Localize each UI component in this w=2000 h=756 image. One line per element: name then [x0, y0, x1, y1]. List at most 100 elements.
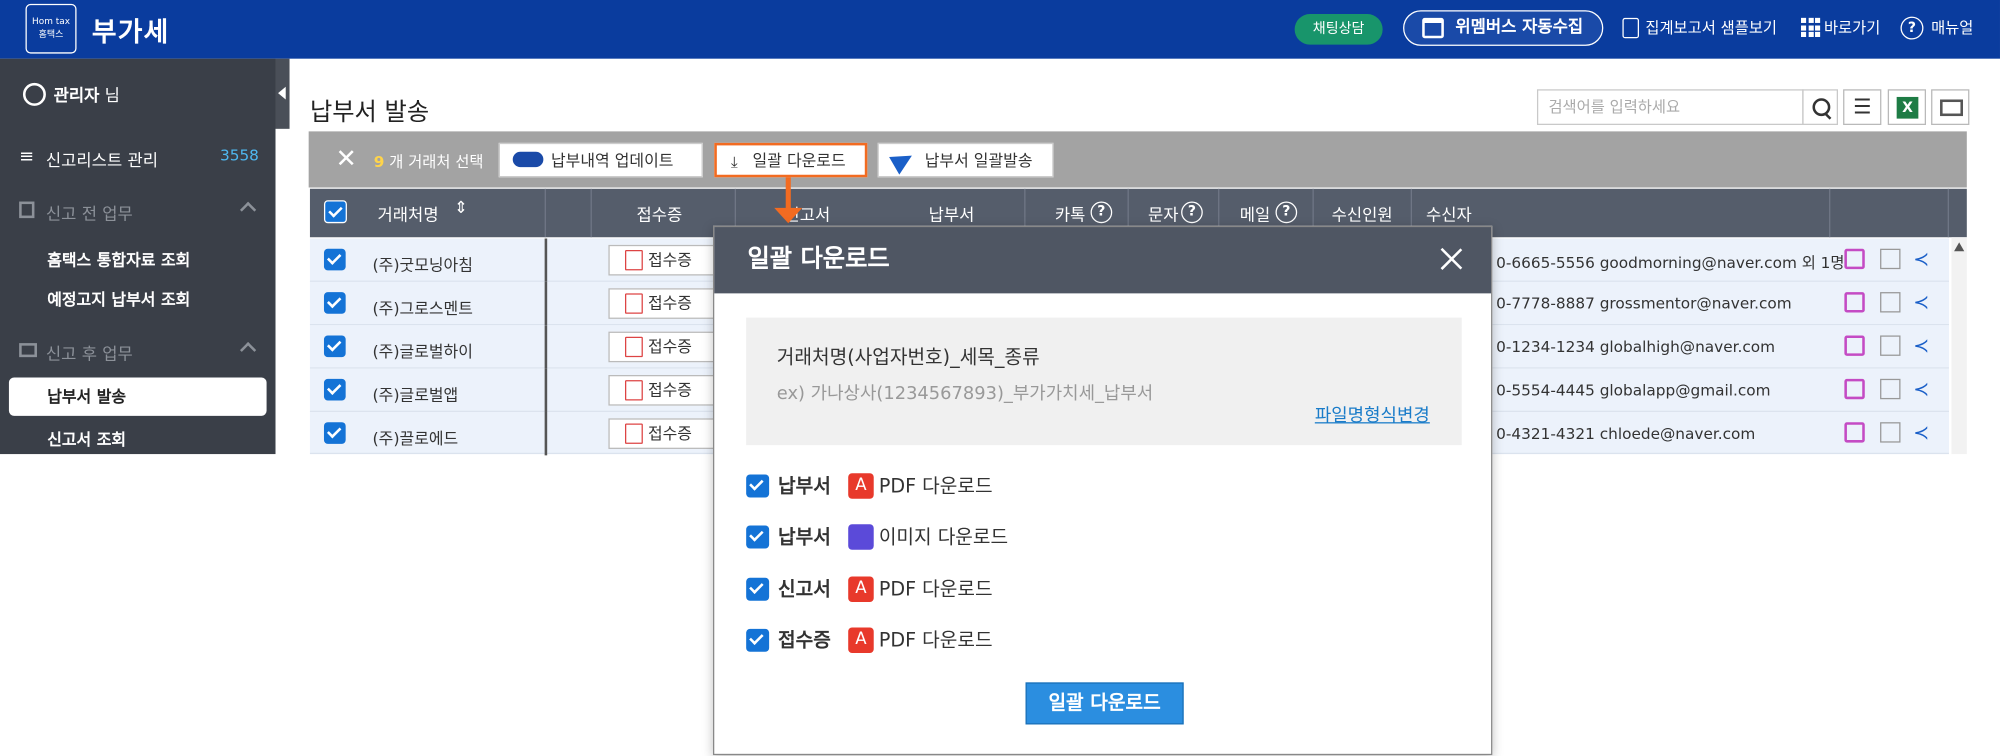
sidebar-item-report-list[interactable]: ≡ 신고리스트 관리 3558	[19, 147, 261, 171]
receipt-button[interactable]: 접수증	[608, 244, 721, 276]
help-icon: ?	[1900, 16, 1924, 40]
option-checkbox[interactable]	[746, 577, 770, 601]
receipt-button[interactable]: 접수증	[608, 331, 721, 363]
bulk-download-button[interactable]: ⤓ 일괄 다운로드	[714, 142, 868, 178]
option-receipt-pdf[interactable]: 접수증 A PDF 다운로드	[746, 626, 1027, 654]
option-report-pdf[interactable]: 신고서 A PDF 다운로드	[746, 575, 1027, 603]
close-icon[interactable]	[1440, 247, 1463, 270]
folder-button[interactable]	[1931, 89, 1970, 125]
bulk-send-button[interactable]: 납부서 일괄발송	[877, 142, 1054, 178]
chat-consult-button[interactable]: 채팅상담	[1294, 14, 1383, 45]
clear-selection-icon[interactable]: ✕	[335, 145, 356, 171]
user-suffix: 님	[104, 86, 120, 106]
sidebar-item-report-view[interactable]: 신고서 조회	[47, 426, 126, 450]
option-doc: 신고서	[778, 577, 831, 601]
excel-button[interactable]: X	[1887, 89, 1927, 125]
receipt-button[interactable]: 접수증	[608, 374, 721, 406]
list-view-button[interactable]: ☰	[1843, 89, 1882, 125]
receipt-button[interactable]: 접수증	[608, 418, 721, 449]
sidebar-collapse-button[interactable]	[275, 58, 290, 129]
column-divider	[544, 325, 548, 369]
client-name: (주)글로벌앱	[372, 385, 459, 405]
sidebar-item-hometax[interactable]: 홈택스 통합자료 조회	[47, 246, 190, 270]
pdf-icon: A	[848, 627, 874, 654]
chevron-up-icon	[239, 342, 257, 359]
shortcut-link[interactable]: 바로가기	[1801, 17, 1880, 40]
client-name: (주)굿모닝아침	[372, 255, 473, 275]
list-icon: ≡	[19, 146, 35, 168]
bulk-download-label: 일괄 다운로드	[752, 150, 846, 170]
sidebar-item-prenotice[interactable]: 예정고지 납부서 조회	[47, 286, 190, 310]
manual-link[interactable]: ? 매뉴얼	[1900, 16, 1974, 40]
help-icon[interactable]: ?	[1275, 201, 1298, 224]
row-checkbox[interactable]	[323, 335, 346, 358]
report-list-label: 신고리스트 관리	[45, 151, 158, 171]
qr-icon[interactable]	[1880, 335, 1901, 356]
column-divider	[1829, 188, 1831, 238]
option-payment-pdf[interactable]: 납부서 A PDF 다운로드	[746, 472, 1027, 500]
qr-icon[interactable]	[1880, 292, 1901, 313]
bulk-send-label: 납부서 일괄발송	[924, 150, 1033, 170]
share-icon[interactable]: ≺	[1913, 422, 1933, 442]
row-checkbox[interactable]	[323, 378, 346, 401]
column-divider	[1947, 188, 1949, 238]
row-checkbox[interactable]	[323, 292, 346, 314]
message-icon[interactable]	[1844, 248, 1865, 270]
share-icon[interactable]: ≺	[1913, 379, 1933, 399]
col-client[interactable]: 거래처명	[378, 202, 439, 226]
pdf-icon: A	[848, 576, 874, 603]
option-payment-image[interactable]: 납부서 이미지 다운로드	[746, 523, 1052, 551]
option-checkbox[interactable]	[746, 628, 770, 652]
selected-suffix: 개 거래처 선택	[389, 153, 484, 171]
manual-label: 매뉴얼	[1931, 19, 1974, 37]
image-icon	[848, 524, 874, 550]
pdf-icon	[624, 380, 643, 401]
option-checkbox[interactable]	[746, 525, 770, 549]
column-divider	[544, 238, 548, 282]
selection-count: 9 개 거래처 선택	[374, 151, 484, 173]
select-all-checkbox[interactable]	[323, 200, 347, 224]
message-icon[interactable]	[1844, 335, 1865, 356]
qr-icon[interactable]	[1880, 248, 1901, 270]
share-icon[interactable]: ≺	[1913, 335, 1933, 355]
message-icon[interactable]	[1844, 378, 1865, 400]
update-payment-button[interactable]: 납부내역 업데이트	[498, 142, 703, 178]
qr-icon[interactable]	[1880, 422, 1901, 443]
report-sample-link[interactable]: 집계보고서 샘플보기	[1622, 17, 1777, 40]
sidebar-section-pre[interactable]: 신고 전 업무	[19, 200, 261, 224]
option-type: PDF 다운로드	[878, 474, 993, 498]
row-checkbox[interactable]	[323, 248, 346, 271]
table-scrollbar[interactable]	[1951, 237, 1967, 455]
column-divider	[544, 188, 546, 238]
client-name: (주)그로스멘트	[372, 298, 473, 318]
help-icon[interactable]: ?	[1090, 201, 1113, 224]
filename-format-box: 거래처명(사업자번호)_세목_종류 ex) 가나상사(1234567893)_부…	[746, 317, 1462, 446]
selected-count: 9	[373, 153, 385, 171]
help-icon[interactable]: ?	[1181, 201, 1203, 224]
col-recipient: 수신자	[1426, 206, 1472, 226]
app-title: 부가세	[91, 16, 170, 48]
modal-download-button[interactable]: 일괄 다운로드	[1025, 682, 1184, 725]
qr-icon[interactable]	[1880, 378, 1901, 400]
message-icon[interactable]	[1844, 292, 1865, 313]
share-icon[interactable]: ≺	[1913, 292, 1933, 312]
receipt-label: 접수증	[647, 293, 692, 313]
share-icon[interactable]: ≺	[1913, 249, 1933, 269]
option-checkbox[interactable]	[746, 474, 770, 498]
pdf-icon	[624, 423, 643, 444]
calendar-icon	[1422, 17, 1444, 39]
sidebar-item-payment-send[interactable]: 납부서 발송	[8, 377, 267, 416]
hometax-logo[interactable]: Hom tax 홈택스	[25, 3, 77, 54]
search-input[interactable]: 검색어를 입력하세요	[1536, 89, 1804, 125]
receipt-label: 접수증	[647, 380, 692, 400]
auto-collect-button[interactable]: 위멤버스 자동수집	[1403, 10, 1604, 46]
message-icon[interactable]	[1844, 422, 1865, 443]
sort-icon[interactable]: ⇕	[454, 199, 468, 218]
receipt-button[interactable]: 접수증	[608, 288, 721, 319]
search-icon[interactable]	[1802, 89, 1838, 125]
change-format-link[interactable]: 파일명형식변경	[1315, 402, 1430, 428]
client-name: (주)끌로에드	[372, 428, 459, 448]
row-checkbox[interactable]	[323, 422, 346, 444]
receipt-label: 접수증	[647, 249, 692, 270]
sidebar-section-post[interactable]: 신고 후 업무	[19, 341, 261, 365]
